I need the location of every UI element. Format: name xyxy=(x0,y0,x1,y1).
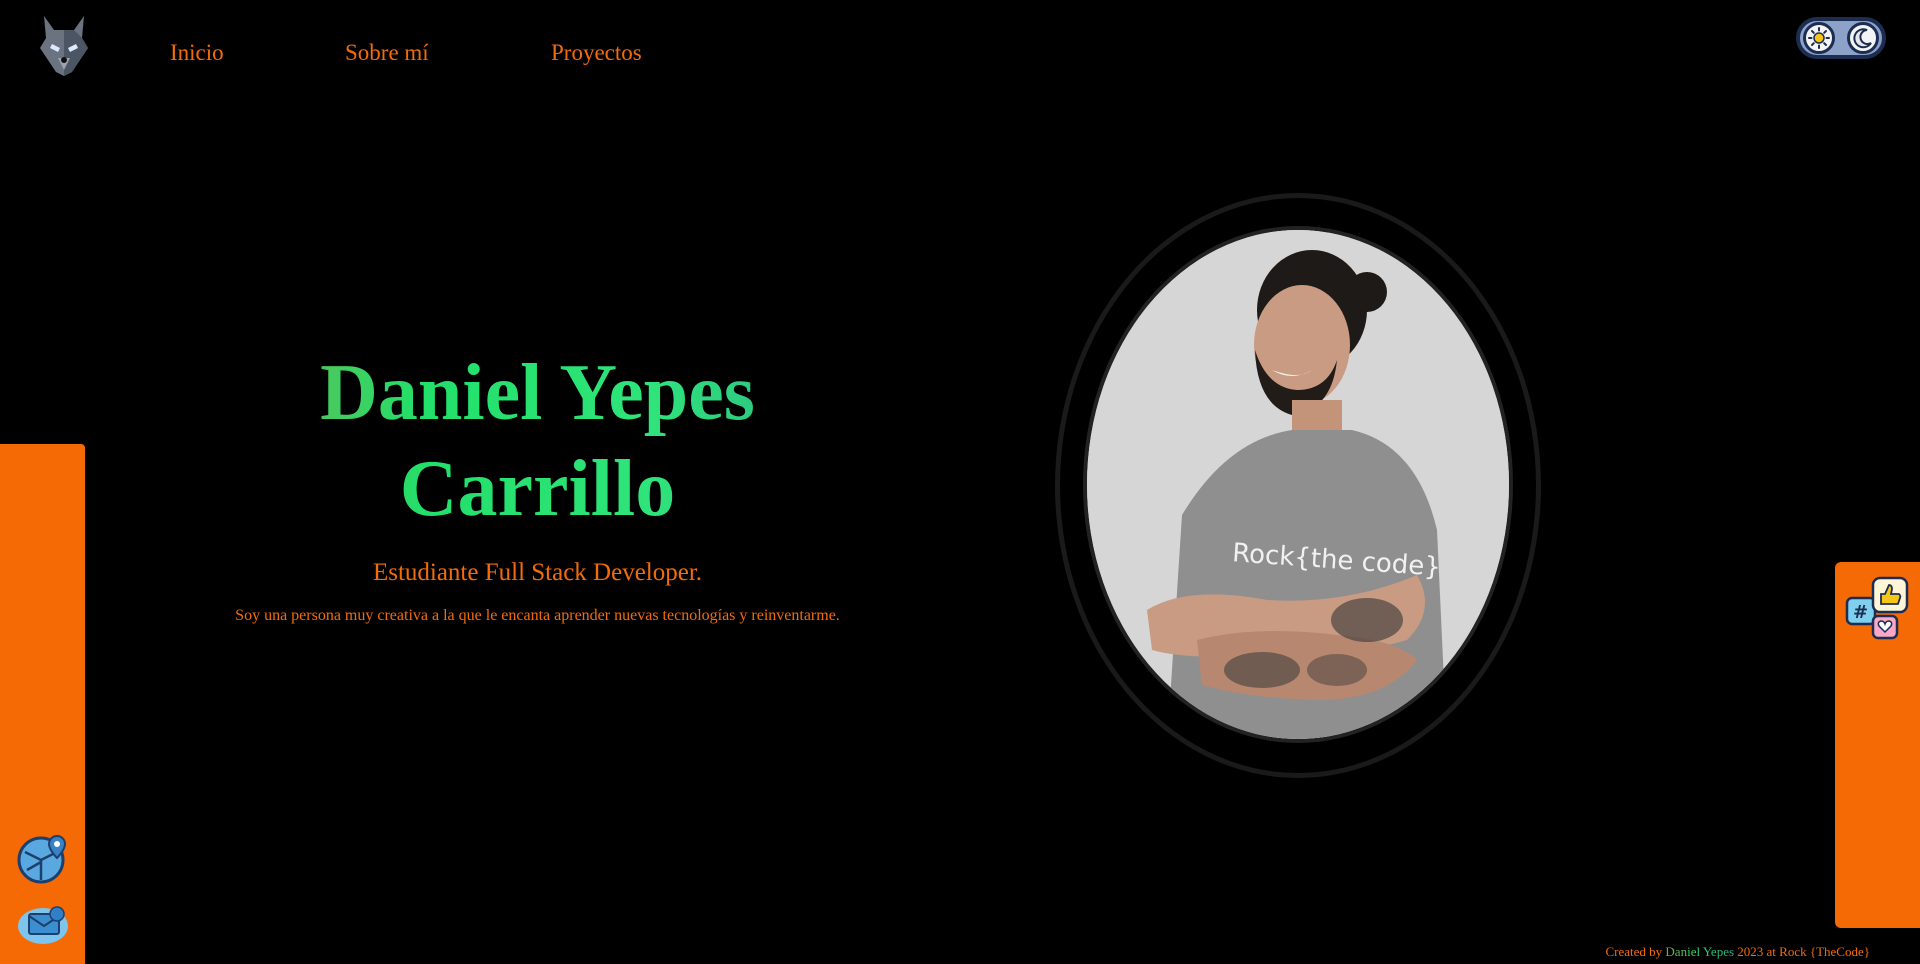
hero-name-line2: Carrillo xyxy=(399,445,676,533)
page: Inicio Sobre mí Proyectos # Daniel Yepes… xyxy=(0,0,1920,964)
hero-section: Daniel Yepes Carrillo Estudiante Full St… xyxy=(160,345,915,625)
main-nav: Inicio Sobre mí Proyectos xyxy=(170,40,671,66)
footer-suffix: 2023 at Rock {TheCode} xyxy=(1737,944,1870,959)
nav-link-sobre-mi[interactable]: Sobre mí xyxy=(345,40,551,66)
footer-author: Daniel Yepes xyxy=(1665,944,1735,959)
hero-role: Estudiante Full Stack Developer. xyxy=(372,559,703,586)
svg-text:#: # xyxy=(1853,602,1868,623)
footer: Created by Daniel Yepes 2023 at Rock {Th… xyxy=(1606,944,1871,964)
nav-link-inicio[interactable]: Inicio xyxy=(170,40,345,66)
sun-icon xyxy=(1803,22,1835,54)
header: Inicio Sobre mí Proyectos xyxy=(0,0,1920,110)
left-side-bar xyxy=(0,444,85,964)
hero-bio: Soy una persona muy creativa a la que le… xyxy=(235,607,840,624)
social-media-icon[interactable]: # xyxy=(1845,576,1911,653)
moon-icon xyxy=(1847,22,1879,54)
right-side-bar: # xyxy=(1835,562,1920,928)
nav-link-proyectos[interactable]: Proyectos xyxy=(551,40,671,66)
profile-photo: Rock{the code} xyxy=(1083,226,1513,743)
hero-name: Daniel Yepes Carrillo xyxy=(160,345,915,537)
map-location-icon[interactable] xyxy=(17,832,69,889)
mail-icon[interactable] xyxy=(17,904,69,951)
wolf-logo-icon[interactable] xyxy=(38,14,90,76)
hero-name-line1: Daniel Yepes xyxy=(320,349,755,437)
theme-toggle[interactable] xyxy=(1796,17,1886,59)
footer-prefix: Created by xyxy=(1605,944,1663,959)
